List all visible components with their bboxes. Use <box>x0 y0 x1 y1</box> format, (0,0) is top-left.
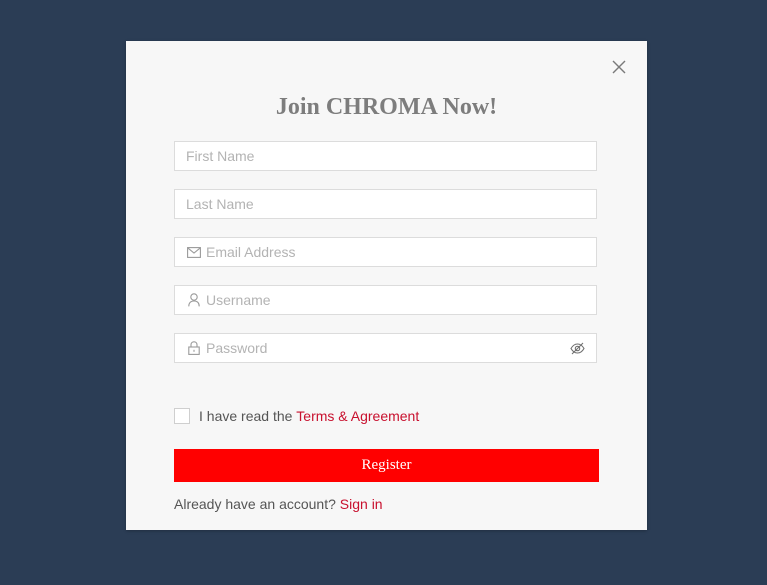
terms-prefix: I have read the <box>199 408 293 424</box>
terms-row: I have read the Terms & Agreement <box>174 408 419 424</box>
password-input[interactable] <box>202 334 569 362</box>
eye-off-icon[interactable] <box>569 340 585 356</box>
signin-row: Already have an account? Sign in <box>174 496 383 512</box>
close-icon <box>612 60 626 74</box>
terms-checkbox[interactable] <box>174 408 190 424</box>
signin-link[interactable]: Sign in <box>340 496 383 512</box>
username-input[interactable] <box>202 286 596 314</box>
modal-title: Join CHROMA Now! <box>275 94 498 120</box>
username-field-box <box>174 285 597 315</box>
terms-link[interactable]: Terms & Agreement <box>296 408 419 424</box>
email-input[interactable] <box>202 238 596 266</box>
first-name-input[interactable] <box>175 142 596 170</box>
lock-icon <box>186 340 202 356</box>
registration-modal: Join CHROMA Now! First Name Last Name Em… <box>126 41 647 530</box>
signin-prompt: Already have an account? <box>174 496 336 512</box>
envelope-icon <box>186 244 202 260</box>
last-name-field-box <box>174 189 597 219</box>
last-name-input[interactable] <box>175 190 596 218</box>
first-name-field-box <box>174 141 597 171</box>
password-field-box <box>174 333 597 363</box>
email-field-box <box>174 237 597 267</box>
close-button[interactable] <box>611 59 627 75</box>
register-button[interactable]: Register <box>174 449 599 482</box>
user-icon <box>186 292 202 308</box>
